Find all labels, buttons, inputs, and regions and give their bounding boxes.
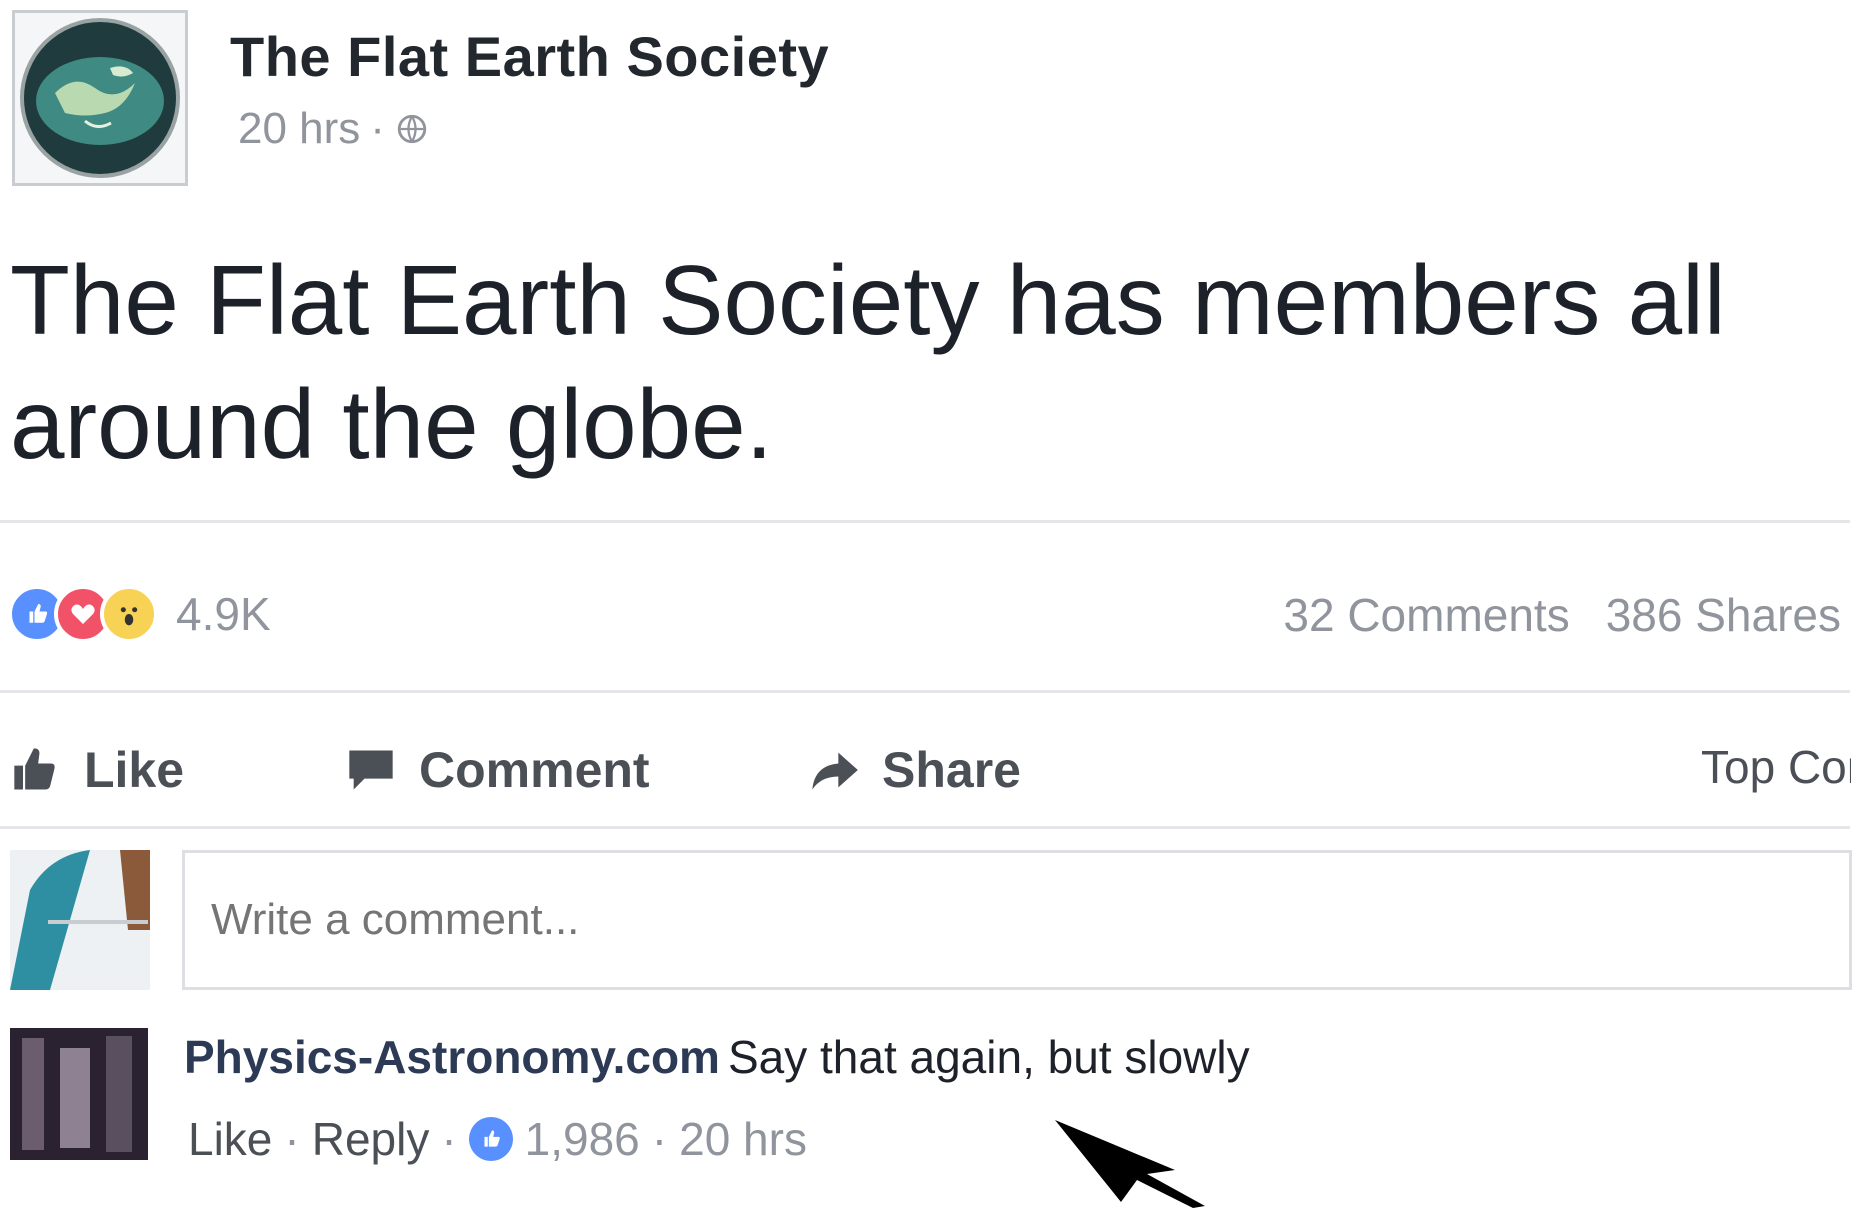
facebook-post: The Flat Earth Society 20 hrs · The Flat… xyxy=(0,0,1861,1208)
reaction-count: 4.9K xyxy=(176,588,271,640)
like-button[interactable]: Like xyxy=(10,730,184,810)
like-reaction-icon xyxy=(468,1117,513,1161)
post-time[interactable]: 20 hrs xyxy=(238,104,360,154)
divider xyxy=(0,520,1850,523)
shares-count[interactable]: 386 Shares xyxy=(1606,588,1841,642)
commenter-avatar-icon xyxy=(10,1028,148,1160)
engagement-counts: 32 Comments 386 Shares xyxy=(1283,588,1841,642)
thumbs-up-icon xyxy=(14,748,55,790)
commenter-avatar[interactable] xyxy=(10,1028,148,1160)
flat-earth-logo-icon xyxy=(20,18,180,178)
wow-reaction-icon xyxy=(100,585,158,643)
comment-author[interactable]: Physics-Astronomy.com xyxy=(184,1031,720,1083)
cursor-arrow-icon xyxy=(1055,1120,1205,1208)
share-arrow-icon xyxy=(812,752,858,790)
post-text: The Flat Earth Society has members all a… xyxy=(10,245,1726,479)
divider xyxy=(0,826,1850,829)
comment-label: Comment xyxy=(419,742,650,798)
share-button[interactable]: Share xyxy=(808,730,1021,810)
comment-input[interactable] xyxy=(182,850,1852,990)
meta-separator: · xyxy=(441,1113,457,1165)
page-avatar[interactable] xyxy=(12,10,188,186)
comment-reaction-count[interactable]: 1,986 xyxy=(525,1112,640,1166)
comment-like-link[interactable]: Like xyxy=(188,1112,272,1166)
meta-separator: · xyxy=(370,104,385,153)
globe-icon xyxy=(397,114,427,144)
comment-text: Say that again, but slowly xyxy=(727,1031,1250,1083)
share-label: Share xyxy=(882,742,1021,798)
meta-separator: · xyxy=(284,1113,300,1165)
reactions-summary[interactable]: 4.9K xyxy=(8,585,271,643)
comment-reply-link[interactable]: Reply xyxy=(312,1112,430,1166)
comment-button[interactable]: Comment xyxy=(345,730,650,810)
comment-meta: Like · Reply · 1,986 · 20 hrs xyxy=(188,1112,807,1166)
comment-bubble-icon xyxy=(349,750,393,790)
comment-body: Physics-Astronomy.com Say that again, but… xyxy=(184,1030,1250,1084)
user-avatar-icon xyxy=(10,850,150,990)
top-comments-dropdown[interactable]: Top Comments xyxy=(1701,740,1851,794)
user-avatar xyxy=(10,850,150,990)
like-label: Like xyxy=(84,742,185,798)
action-bar: Like Comment Share Top Comments xyxy=(0,730,1861,810)
comments-count[interactable]: 32 Comments xyxy=(1283,588,1569,642)
post-meta: 20 hrs · xyxy=(238,104,429,154)
page-name[interactable]: The Flat Earth Society xyxy=(230,24,829,89)
comment-time[interactable]: 20 hrs xyxy=(679,1112,807,1166)
meta-separator: · xyxy=(651,1113,668,1165)
divider xyxy=(0,690,1850,693)
